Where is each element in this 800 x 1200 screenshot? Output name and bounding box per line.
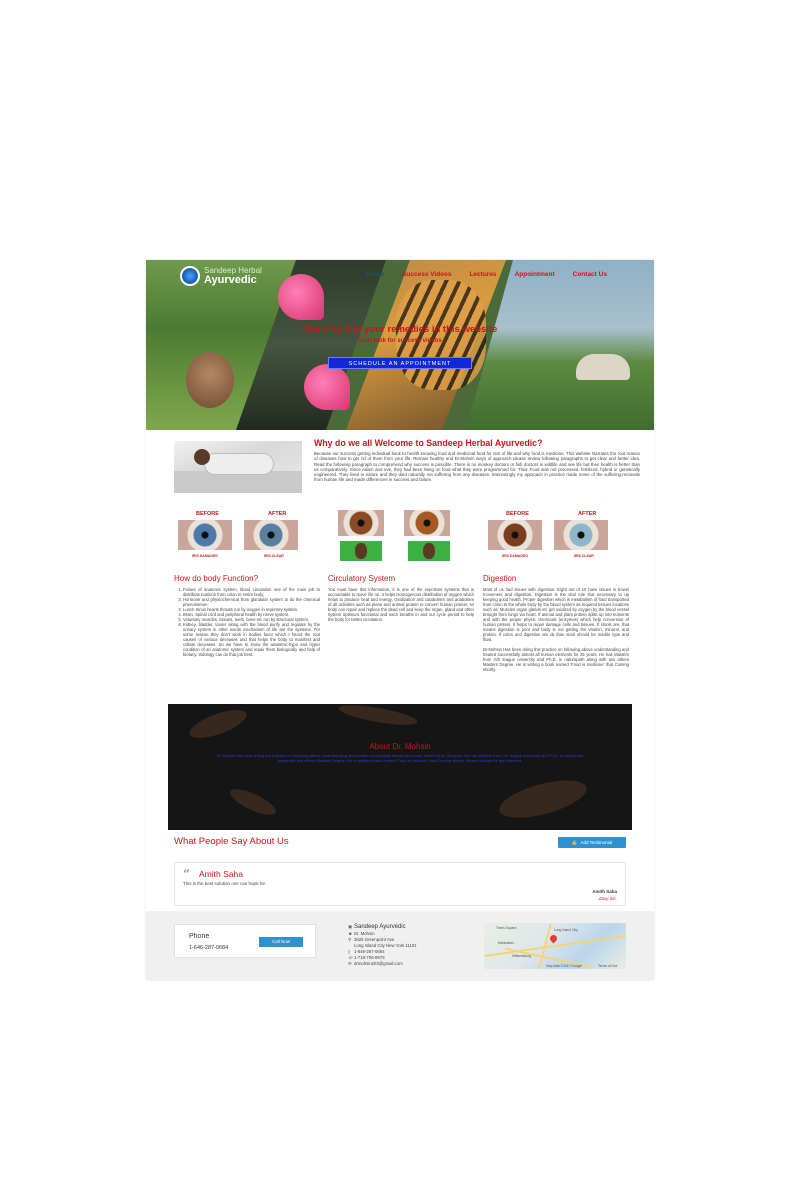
logo-globe-icon xyxy=(180,266,200,286)
eye-after-image-2 xyxy=(554,520,608,550)
quote-icon: “ xyxy=(183,867,190,881)
thumbs-up-icon: 👍 xyxy=(571,840,578,845)
eye-before-image xyxy=(178,520,232,550)
paragraph: Dr.Mohsin Has been doing this practice o… xyxy=(483,647,629,672)
iris-clear-caption-2: IRIS CLEAR xyxy=(574,554,594,558)
after-label: AFTER xyxy=(268,511,287,517)
map-pin-icon xyxy=(548,933,559,944)
iris-damaged-caption-2: IRIS DAMAGED xyxy=(502,554,528,558)
list-item: Hormone and physiochemical from glandula… xyxy=(183,597,320,607)
patient-photo-before xyxy=(340,541,382,561)
testimonial-name: Amith Saha xyxy=(199,869,243,879)
man-portrait-image xyxy=(186,352,234,408)
nav-lectures[interactable]: Lectures xyxy=(469,271,496,278)
welcome-title: Why do we all Welcome to Sandeep Herbal … xyxy=(314,438,543,448)
nav-home[interactable]: Home xyxy=(366,271,384,278)
lotus-flower-image-2 xyxy=(304,364,350,410)
about-title: About Dr. Mohsin xyxy=(369,742,431,751)
testimonial-company: Zaxy Inc. xyxy=(598,896,617,901)
paragraph: Most of us had issues with digestion. Ei… xyxy=(483,587,629,642)
testimonial-text: This is the best solution one can hope f… xyxy=(183,881,267,886)
phone-number: 1-646-287-0684 xyxy=(189,945,229,951)
testimonials-title: What People Say About Us xyxy=(174,836,289,847)
list-item: Failure of anatomic system, blood circul… xyxy=(183,587,320,597)
contact-email[interactable]: drmohsin203@gmail.com xyxy=(354,961,403,967)
iris-damaged-caption: IRIS DAMAGED xyxy=(192,554,218,558)
about-text: Dr.Mohsin Has been doing this practice o… xyxy=(216,753,584,763)
eye-before-image-2 xyxy=(488,520,542,550)
logo[interactable]: Sandeep Herbal Ayurvedic xyxy=(180,266,262,286)
nav-appointment[interactable]: Appointment xyxy=(515,271,555,278)
hero-subtitle: Start look for success videos xyxy=(358,338,442,344)
logo-line2: Ayurvedic xyxy=(204,273,257,286)
nav-success-videos[interactable]: Success Videos xyxy=(402,271,451,278)
eye-brown-before-image xyxy=(338,510,384,536)
circulatory-title: Circulatory System xyxy=(328,574,396,583)
phone-label: Phone xyxy=(189,933,210,940)
add-testimonial-button[interactable]: 👍 Add Testimonial xyxy=(558,837,626,848)
eye-after-image xyxy=(244,520,298,550)
hero-title: You may find your remedies in this websi… xyxy=(302,324,498,335)
testimonial-card: “ Amith Saha This is the best solution o… xyxy=(174,862,626,906)
welcome-text: Because our success getting individual b… xyxy=(314,451,640,483)
page: Sandeep Herbal Ayurvedic Home Success Vi… xyxy=(146,260,654,980)
footer: Phone 1-646-287-0684 Call Now ▣ Sandeep A… xyxy=(146,911,654,980)
tiger-image xyxy=(396,280,486,390)
eye-brown-after-image xyxy=(404,510,450,536)
list-item: Kidney, bladder, toxins along with the b… xyxy=(183,622,320,657)
patient-photo-after xyxy=(408,541,450,561)
contact-title: Sandeep Ayurvedic xyxy=(354,924,406,930)
after-label-2: AFTER xyxy=(578,511,597,517)
main-nav: Home Success Videos Lectures Appointment… xyxy=(366,271,625,278)
iris-clear-caption: IRIS CLEAR xyxy=(264,554,284,558)
testimonial-author: Amith Saha xyxy=(592,889,617,894)
google-map[interactable]: Times Square Long Island City Manhattan … xyxy=(484,923,626,969)
digestion-text: Most of us had issues with digestion. Ei… xyxy=(483,587,629,677)
body-function-list: Failure of anatomic system, blood circul… xyxy=(174,587,320,657)
schedule-appointment-button[interactable]: SCHEDULE AN APPOINTMENT xyxy=(328,357,472,369)
ox-cart-image xyxy=(576,354,630,380)
before-label: BEFORE xyxy=(196,511,219,517)
body-function-title: How do body Function? xyxy=(174,574,259,583)
call-now-button[interactable]: Call Now xyxy=(259,937,303,947)
nav-contact-us[interactable]: Contact Us xyxy=(573,271,607,278)
woman-resting-image xyxy=(174,441,302,493)
digestion-title: Digestion xyxy=(483,574,517,583)
about-banner: About Dr. Mohsin Dr.Mohsin Has been doin… xyxy=(168,704,632,830)
before-label-2: BEFORE xyxy=(506,511,529,517)
phone-card: Phone 1-646-287-0684 Call Now xyxy=(174,924,316,958)
lotus-flower-image xyxy=(278,274,324,320)
contact-info: ▣ Sandeep Ayurvedic ☻ Dr. Mohsin ⚲ 3825 Gre… xyxy=(348,924,417,967)
paragraph: You must have this information, it is on… xyxy=(328,587,474,622)
circulatory-text: You must have this information, it is on… xyxy=(328,587,474,627)
hero-banner: Sandeep Herbal Ayurvedic Home Success Vi… xyxy=(146,260,654,430)
